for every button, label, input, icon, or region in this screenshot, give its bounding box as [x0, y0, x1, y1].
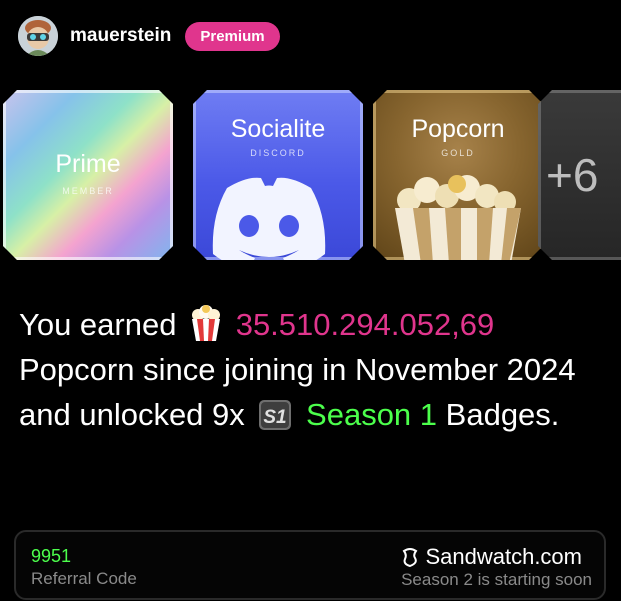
avatar[interactable]	[18, 16, 58, 56]
svg-text:S1: S1	[264, 407, 287, 428]
season-status: Season 2 is starting soon	[401, 570, 592, 589]
badge-socialite[interactable]: Socialite DISCORD	[193, 90, 363, 260]
referral-card: 9951 Referral Code Sandwatch.com Season …	[14, 530, 606, 600]
site-name: Sandwatch.com	[425, 544, 582, 569]
badge-subtitle: MEMBER	[62, 186, 114, 196]
earned-prefix: You earned	[19, 307, 177, 342]
season-name: Season 1	[306, 397, 438, 432]
avatar-icon	[18, 16, 58, 56]
earned-amount: 35.510.294.052,69	[235, 307, 495, 342]
badge-title: Prime	[55, 150, 121, 178]
referral-code-label: Referral Code	[31, 569, 137, 588]
badge-title: Socialite	[230, 115, 326, 143]
earned-summary: You earned 35.510.294.052,69 Popcorn sin…	[19, 302, 609, 437]
season-1-icon: S1	[259, 400, 292, 430]
badges-row: Prime MEMBER Socialite DISCORD Popcorn G…	[3, 90, 621, 262]
site-link[interactable]: Sandwatch.com	[399, 544, 582, 570]
badge-subtitle: DISCORD	[250, 148, 306, 158]
username[interactable]: mauerstein	[70, 25, 171, 47]
popcorn-icon	[395, 175, 521, 260]
badge-more-count: +6	[546, 149, 599, 201]
discord-icon	[212, 177, 326, 260]
badge-subtitle: GOLD	[441, 148, 475, 158]
badge-prime[interactable]: Prime MEMBER	[3, 90, 173, 260]
badge-more[interactable]: +6	[538, 90, 621, 260]
badge-popcorn[interactable]: Popcorn GOLD	[373, 90, 543, 260]
earned-suffix: Badges.	[445, 397, 560, 432]
popcorn-icon	[192, 305, 221, 341]
badge-title: Popcorn	[411, 115, 505, 143]
profile-header: mauerstein Premium	[18, 14, 280, 58]
sandwatch-logo-icon	[403, 548, 418, 568]
premium-badge: Premium	[185, 21, 280, 51]
referral-code[interactable]: 9951	[31, 546, 71, 567]
